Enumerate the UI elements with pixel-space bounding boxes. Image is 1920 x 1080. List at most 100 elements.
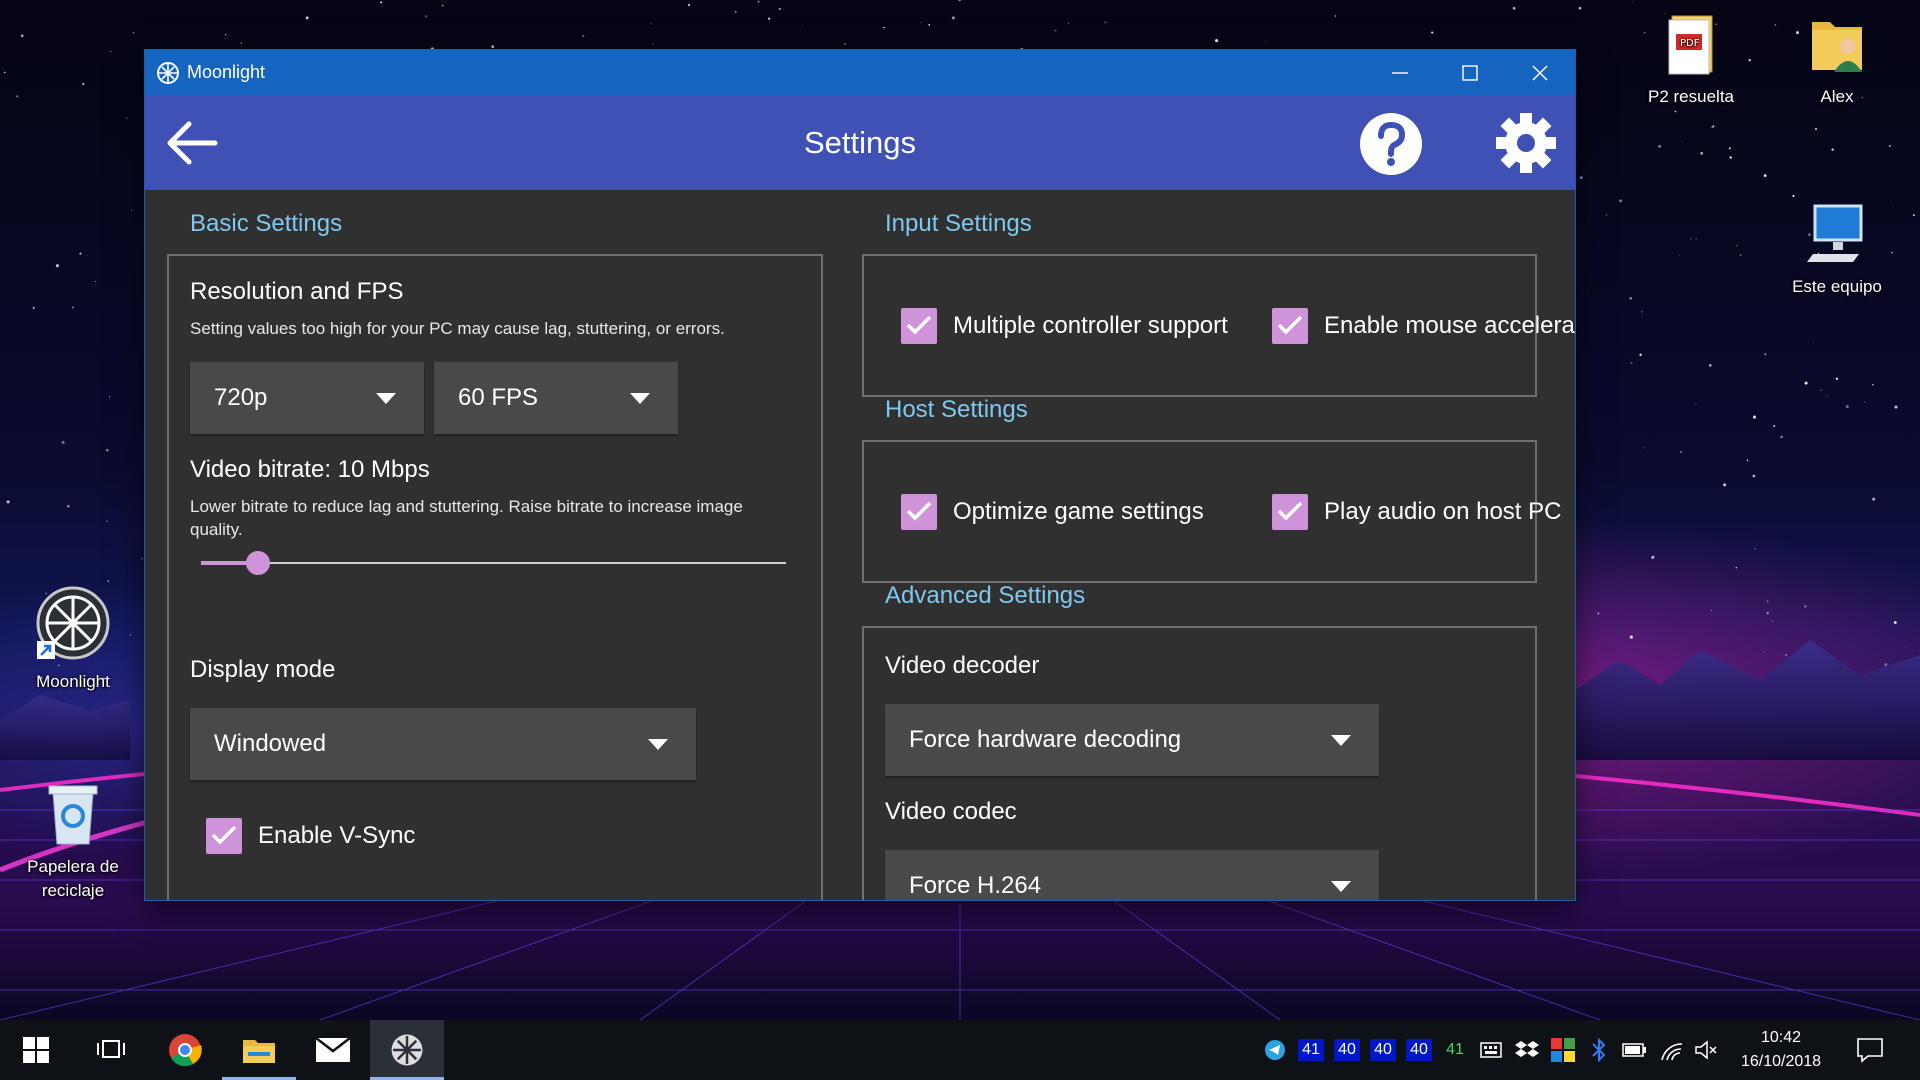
star [1771, 620, 1774, 622]
star [1658, 144, 1662, 148]
host-audio-checkbox[interactable]: Play audio on host PC [1272, 492, 1575, 532]
star [951, 16, 955, 20]
task-view-button[interactable] [74, 1020, 148, 1080]
settings-content[interactable]: Basic Settings Resolution and FPS Settin… [145, 190, 1575, 900]
mail-icon [315, 1037, 351, 1062]
star [131, 209, 132, 211]
star [79, 252, 82, 255]
host-settings-group: Optimize game settings Play audio on hos… [862, 440, 1561, 583]
title-bar[interactable]: Moonlight [145, 50, 1575, 95]
taskbar-chrome[interactable] [148, 1020, 222, 1080]
tray-number[interactable]: 41 [1298, 1039, 1324, 1061]
star [67, 504, 70, 508]
settings-button[interactable] [1495, 112, 1557, 179]
star [1748, 59, 1751, 62]
tray-number[interactable]: 40 [1406, 1039, 1432, 1061]
minimize-button[interactable] [1365, 50, 1435, 95]
star [106, 520, 108, 522]
desktop-icon-alex[interactable]: Alex [1782, 12, 1892, 109]
battery-icon[interactable] [1622, 1042, 1648, 1058]
display-mode-value: Windowed [214, 730, 327, 757]
task-view-icon [97, 1040, 125, 1058]
chevron-down-icon [630, 393, 650, 404]
star [1892, 207, 1893, 208]
video-codec-dropdown[interactable]: Force H.264 [885, 850, 1379, 900]
tray-number[interactable]: 40 [1370, 1039, 1396, 1061]
gear-icon [1496, 113, 1556, 173]
basic-settings-group: Resolution and FPS Setting values too hi… [167, 254, 823, 900]
minimize-icon [1392, 72, 1408, 74]
star [1792, 194, 1795, 197]
star [1104, 21, 1107, 24]
display-mode-dropdown[interactable]: Windowed [190, 708, 696, 780]
star [1512, 7, 1516, 10]
desktop-icon-moonlight[interactable]: Moonlight [18, 585, 128, 694]
star [1735, 566, 1738, 569]
desktop-icon-este-equipo[interactable]: Este equipo [1782, 204, 1892, 299]
checkbox-checked [901, 308, 937, 344]
desktop-icon-p2-resuelta[interactable]: PDF P2 resuelta [1636, 12, 1746, 109]
star [768, 17, 771, 20]
resolution-dropdown[interactable]: 720p [190, 362, 424, 434]
pdf-file-icon: PDF [1636, 12, 1746, 81]
colorful-app-icon[interactable] [1551, 1038, 1575, 1062]
star [1864, 401, 1866, 403]
star [1431, 31, 1434, 34]
star [6, 500, 10, 504]
taskbar-file-explorer[interactable] [222, 1020, 296, 1080]
slider-thumb[interactable] [246, 551, 270, 575]
taskbar-clock[interactable]: 10:42 16/10/2018 [1716, 1026, 1846, 1074]
start-button[interactable] [0, 1020, 74, 1080]
star [1695, 238, 1697, 240]
desktop-icon-label: Moonlight [36, 672, 110, 691]
tray-number[interactable]: 41 [1442, 1039, 1468, 1061]
star [1804, 381, 1808, 385]
close-button[interactable] [1505, 50, 1575, 95]
star [1820, 389, 1822, 391]
volume-muted-icon[interactable] [1694, 1039, 1718, 1061]
star [1774, 24, 1777, 26]
taskbar-moonlight[interactable] [370, 1020, 444, 1080]
star [1746, 459, 1749, 462]
star [1674, 110, 1677, 113]
folder-icon [243, 1040, 275, 1063]
star [1766, 600, 1769, 603]
keyboard-icon[interactable] [1480, 1040, 1502, 1060]
mouse-acceleration-checkbox[interactable]: Enable mouse accelerat [1272, 306, 1575, 346]
chevron-down-icon [1331, 735, 1351, 746]
star [1709, 364, 1712, 367]
taskbar-mail[interactable] [296, 1020, 370, 1080]
video-decoder-dropdown[interactable]: Force hardware decoding [885, 704, 1379, 776]
desktop-icon-recycle-bin[interactable]: Papelera de reciclaje [18, 780, 128, 903]
maximize-button[interactable] [1435, 50, 1505, 95]
close-icon [1532, 65, 1548, 81]
star [1265, 41, 1267, 43]
dropbox-icon[interactable] [1515, 1040, 1539, 1060]
star [650, 23, 652, 25]
star [1695, 403, 1697, 405]
tray-number[interactable]: 40 [1334, 1039, 1360, 1061]
bluetooth-icon[interactable] [1590, 1038, 1608, 1062]
video-codec-title: Video codec [885, 798, 1017, 825]
star [1700, 151, 1704, 155]
bitrate-hint: Lower bitrate to reduce lag and stutteri… [190, 497, 743, 539]
star [441, 4, 444, 7]
bitrate-slider[interactable] [201, 548, 786, 578]
maximize-icon [1462, 65, 1478, 81]
star [1681, 140, 1683, 142]
vsync-checkbox[interactable]: Enable V-Sync [206, 816, 506, 856]
telegram-icon[interactable] [1264, 1039, 1286, 1061]
help-button[interactable] [1359, 112, 1423, 181]
star [1630, 362, 1633, 364]
star [1619, 199, 1623, 203]
notifications-icon[interactable] [1856, 1037, 1884, 1063]
checkbox-checked [901, 494, 937, 530]
fps-dropdown[interactable]: 60 FPS [434, 362, 678, 434]
optimize-game-checkbox[interactable]: Optimize game settings [901, 492, 1231, 532]
window-title: Moonlight [187, 62, 266, 82]
section-title-advanced: Advanced Settings [885, 582, 1086, 609]
chevron-down-icon [1331, 881, 1351, 892]
star [1632, 1, 1634, 3]
wifi-icon[interactable] [1659, 1040, 1685, 1062]
multi-controller-checkbox[interactable]: Multiple controller support [901, 306, 1231, 346]
